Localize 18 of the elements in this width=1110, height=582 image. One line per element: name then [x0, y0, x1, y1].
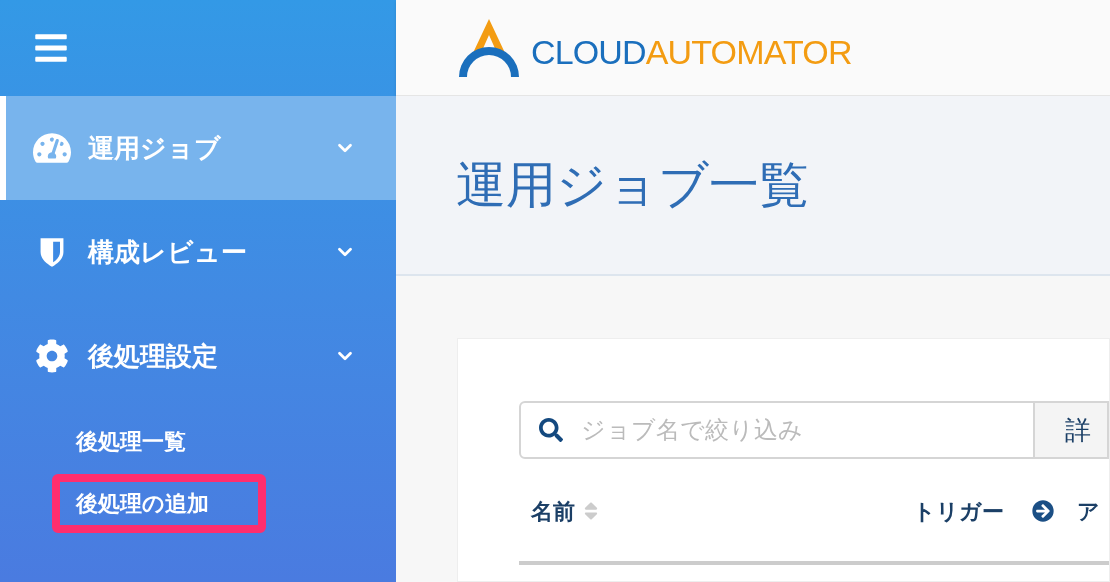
sidebar-item[interactable]: 運用ジョブ: [0, 96, 396, 200]
submenu-link[interactable]: 後処理一覧: [52, 412, 266, 472]
submenu-link[interactable]: 後処理の追加: [52, 473, 266, 533]
filter-button[interactable]: 詳: [1035, 401, 1109, 459]
page-title: 運用ジョブ一覧: [456, 155, 809, 215]
logo-text: CLOUD: [531, 34, 646, 69]
shield-icon: [38, 236, 66, 268]
sort-icon[interactable]: [583, 500, 599, 522]
column-header: ア: [1077, 497, 1100, 526]
sidebar-item[interactable]: 構成レビュー: [0, 200, 396, 304]
gear-icon: [35, 339, 69, 373]
sidebar-item[interactable]: 後処理設定: [0, 304, 396, 408]
search-icon: [539, 418, 563, 442]
search-field[interactable]: ジョブ名で絞り込み: [519, 401, 1035, 459]
logo-text: AUTOMATOR: [645, 34, 852, 69]
gauge-icon: [33, 131, 71, 165]
column-header: トリガー: [913, 497, 1004, 526]
column-header: 名前: [531, 497, 575, 526]
